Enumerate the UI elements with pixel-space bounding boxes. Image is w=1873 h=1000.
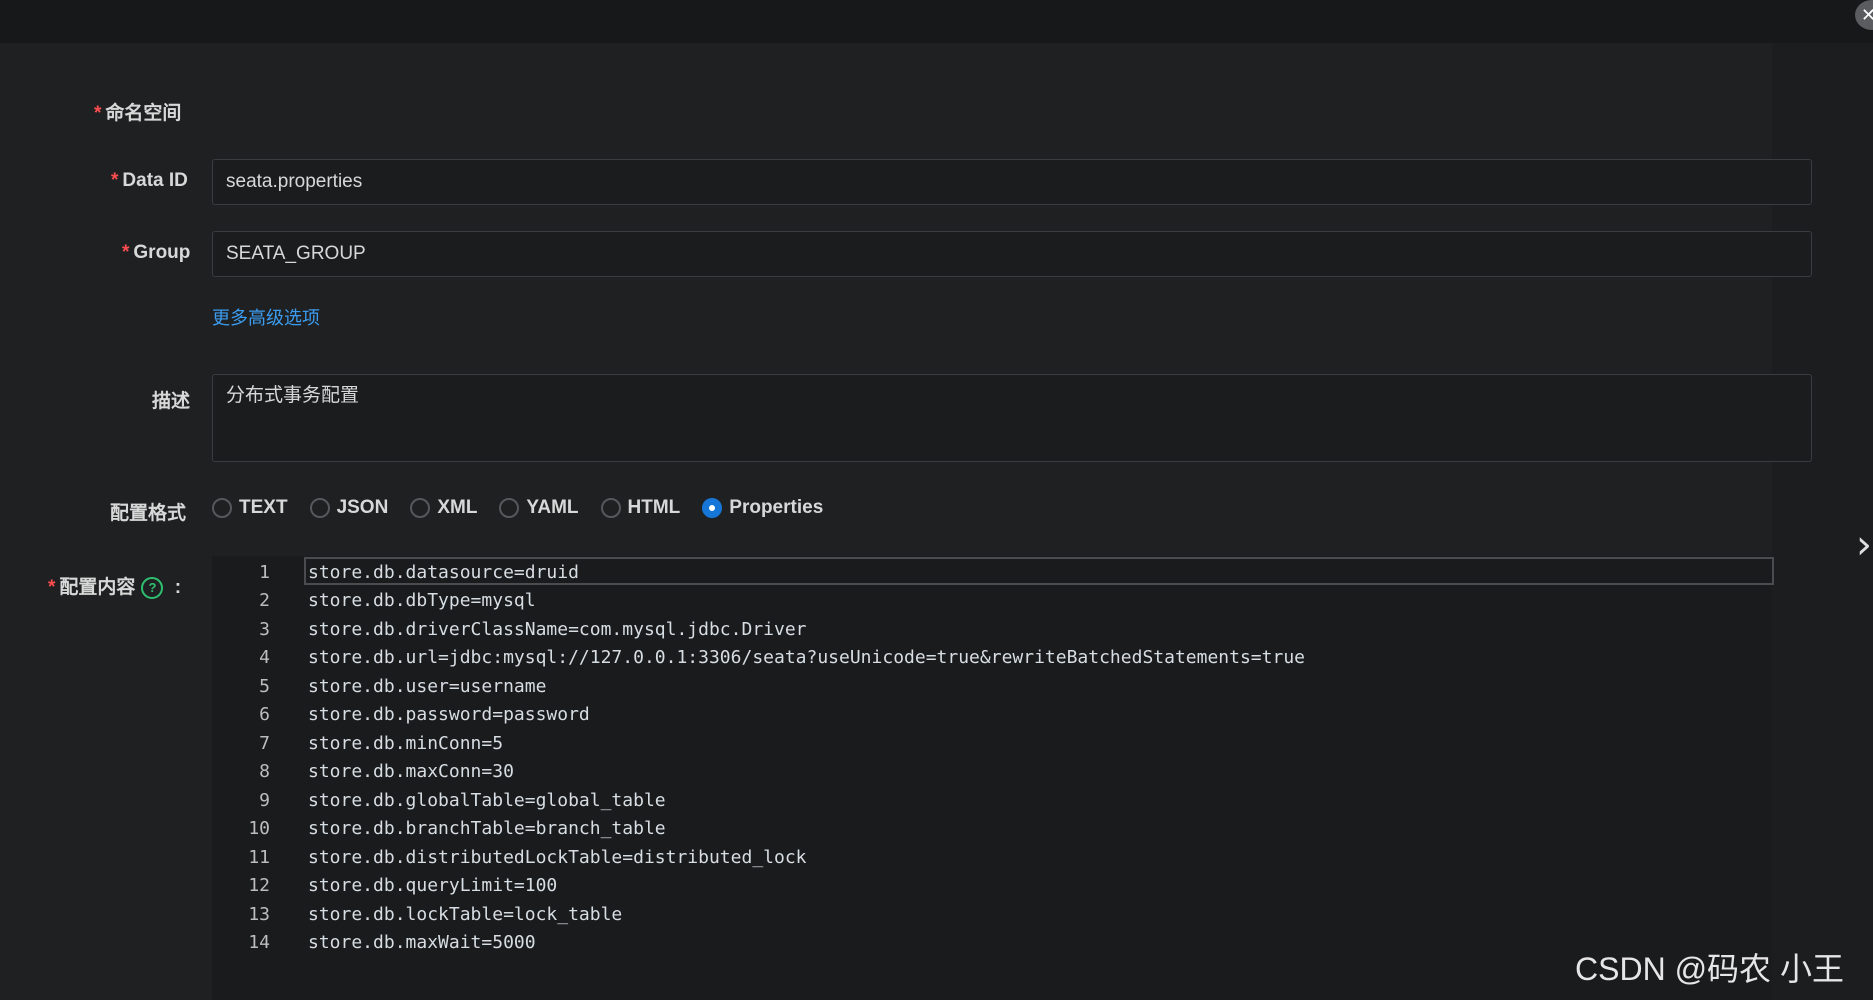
code-line[interactable]: 9 store.db.globalTable=global_table — [212, 786, 1772, 814]
code-line[interactable]: 7 store.db.minConn=5 — [212, 729, 1772, 757]
format-radio-text[interactable]: TEXT — [212, 497, 288, 519]
config-content-editor[interactable]: 1 store.db.datasource=druid 2 store.db.dbTy… — [212, 556, 1774, 1000]
code-text: store.db.maxWait=5000 — [308, 932, 536, 953]
description-textarea[interactable]: 分布式事务配置 — [212, 374, 1812, 462]
code-text: store.db.password=password — [308, 704, 590, 725]
content-label: * 配置内容? : — [48, 576, 182, 599]
format-radio-yaml[interactable]: YAML — [499, 497, 579, 519]
group-label: * Group — [122, 242, 191, 263]
data-id-input[interactable]: seata.properties — [212, 159, 1812, 205]
code-text: store.db.minConn=5 — [308, 732, 504, 754]
line-number: 8 — [259, 761, 270, 782]
code-text: store.db.lockTable=lock_table — [308, 903, 623, 925]
top-bar — [0, 0, 1873, 43]
code-line[interactable]: 6 store.db.password=password — [212, 701, 1772, 729]
line-number: 1 — [259, 561, 270, 583]
watermark: CSDN @码农 小王 — [1575, 951, 1844, 987]
code-text: store.db.distributedLockTable=distribute… — [308, 846, 807, 868]
format-radio-properties[interactable]: Properties — [702, 497, 823, 519]
format-radio-xml[interactable]: XML — [410, 497, 477, 519]
line-number: 3 — [259, 618, 270, 640]
help-circle-icon[interactable]: ? — [141, 576, 164, 599]
code-text: store.db.maxConn=30 — [308, 761, 514, 782]
code-line[interactable]: 10 store.db.branchTable=branch_table — [212, 815, 1772, 843]
code-text: store.db.url=jdbc:mysql://127.0.0.1:3306… — [308, 647, 1305, 668]
advanced-options-link[interactable]: 更多高级选项 — [212, 304, 320, 330]
code-line[interactable]: 12 store.db.queryLimit=100 — [212, 872, 1772, 900]
radio-circle[interactable] — [309, 498, 330, 518]
required-mark: * — [111, 170, 119, 191]
code-line[interactable]: 13 store.db.lockTable=lock_table — [212, 900, 1772, 928]
line-number: 11 — [248, 846, 270, 868]
code-line[interactable]: 8 store.db.maxConn=30 — [212, 758, 1772, 786]
code-text: store.db.branchTable=branch_table — [308, 818, 666, 839]
code-line[interactable]: 2 store.db.dbType=mysql — [212, 587, 1772, 615]
format-radio-group: TEXT JSON XML YAML HTML Properties — [212, 494, 845, 522]
format-radio-json[interactable]: JSON — [309, 497, 388, 519]
radio-circle[interactable] — [212, 498, 232, 518]
code-text: store.db.queryLimit=100 — [308, 875, 558, 896]
line-number: 4 — [259, 647, 270, 668]
line-number: 5 — [259, 675, 270, 697]
code-line[interactable]: 14 store.db.maxWait=5000 — [212, 929, 1772, 957]
code-text: store.db.globalTable=global_table — [308, 789, 666, 811]
radio-circle[interactable] — [410, 498, 431, 518]
code-text: store.db.user=username — [308, 675, 547, 697]
line-number: 7 — [259, 732, 270, 754]
radio-circle-checked[interactable] — [702, 498, 723, 518]
group-input[interactable]: SEATA_GROUP — [212, 231, 1812, 277]
description-label: 描述 — [152, 391, 191, 412]
code-text: store.db.driverClassName=com.mysql.jdbc.… — [308, 618, 807, 640]
data-id-label: * Data ID — [111, 170, 188, 191]
format-label: 配置格式 — [110, 503, 187, 524]
namespace-label: * 命名空间 — [94, 103, 182, 124]
line-number: 14 — [248, 932, 270, 953]
line-number: 6 — [259, 704, 270, 725]
code-line[interactable]: 3 store.db.driverClassName=com.mysql.jdbc… — [212, 615, 1772, 643]
line-number: 2 — [259, 590, 270, 611]
code-line[interactable]: 11 store.db.distributedLockTable=distribu… — [212, 843, 1772, 871]
line-number: 13 — [248, 903, 270, 925]
code-line[interactable]: 5 store.db.user=username — [212, 672, 1772, 700]
code-line[interactable]: 4 store.db.url=jdbc:mysql://127.0.0.1:330… — [212, 644, 1772, 672]
code-text: store.db.datasource=druid — [308, 561, 579, 583]
line-number: 12 — [248, 875, 270, 896]
code-line[interactable]: 1 store.db.datasource=druid — [212, 558, 1772, 586]
format-radio-html[interactable]: HTML — [600, 497, 680, 519]
required-mark: * — [48, 577, 56, 598]
line-number: 10 — [248, 818, 270, 839]
line-number: 9 — [259, 789, 270, 811]
radio-circle[interactable] — [600, 498, 621, 518]
required-mark: * — [122, 242, 130, 263]
required-mark: * — [94, 103, 102, 124]
code-text: store.db.dbType=mysql — [308, 590, 536, 611]
chevron-right-icon[interactable]: › — [1856, 520, 1873, 570]
radio-circle[interactable] — [499, 498, 520, 518]
